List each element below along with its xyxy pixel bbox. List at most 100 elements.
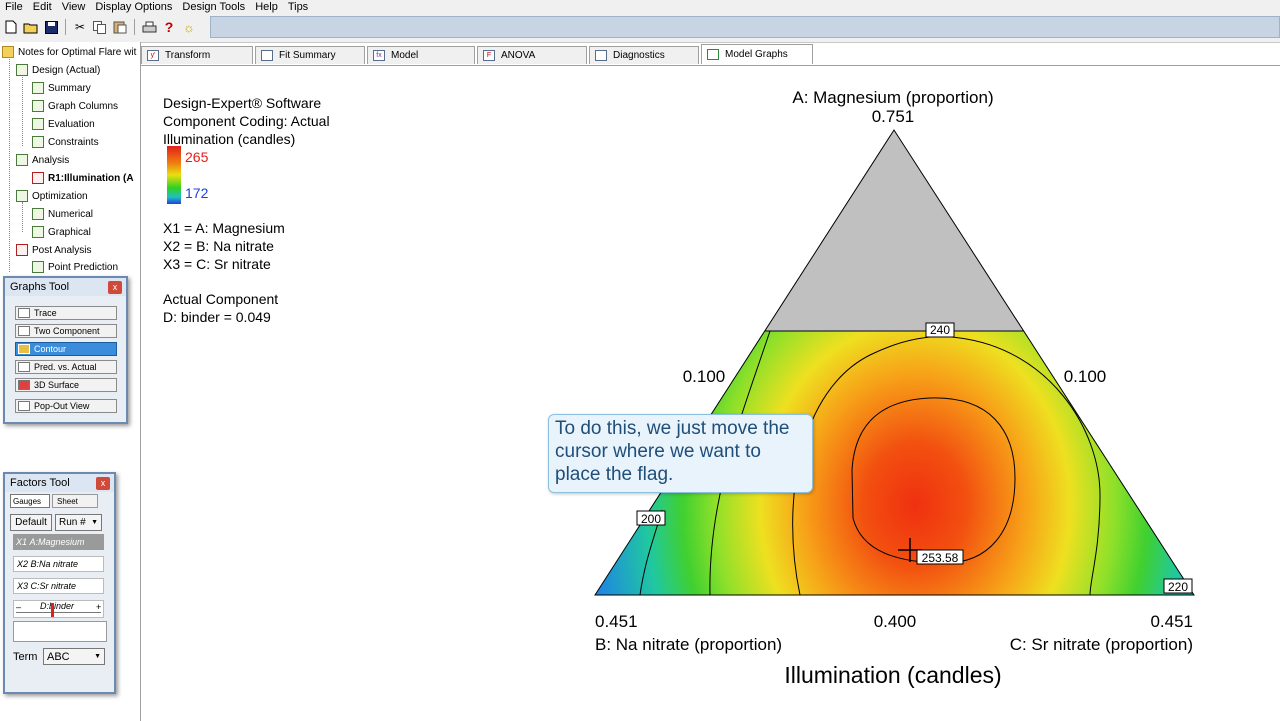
contour-label-220: 220: [1168, 580, 1188, 594]
help-icon[interactable]: ?: [160, 18, 178, 36]
tip-bulb-icon[interactable]: ☼: [180, 18, 198, 36]
graphs-tool-title-bar[interactable]: Graphs Tool x: [5, 278, 126, 296]
tree-item-constraints[interactable]: Constraints: [32, 134, 99, 150]
3d-surface-icon: [18, 380, 30, 390]
two-component-button[interactable]: Two Component: [15, 324, 117, 338]
vertex-left-value: 0.451: [595, 612, 638, 631]
tab-model[interactable]: fx Model: [367, 46, 475, 64]
pop-out-view-button[interactable]: Pop-Out View: [15, 399, 117, 413]
close-icon[interactable]: x: [108, 280, 122, 294]
tree-item-label: Design (Actual): [32, 64, 101, 76]
tree-item-graphical[interactable]: Graphical: [32, 224, 91, 240]
trace-button[interactable]: Trace: [15, 306, 117, 320]
run-select[interactable]: Run # ▼: [55, 514, 102, 531]
open-folder-icon[interactable]: [22, 18, 40, 36]
factor-label: A:Magnesium: [29, 537, 85, 547]
tab-label: Transform: [165, 50, 211, 61]
vertex-right-value: 0.451: [1150, 612, 1193, 631]
chevron-down-icon: ▼: [94, 653, 101, 660]
menu-help[interactable]: Help: [250, 0, 283, 14]
print-icon[interactable]: [140, 18, 158, 36]
tab-transform[interactable]: y' Transform: [141, 46, 253, 64]
tree-item-design[interactable]: Design (Actual): [16, 62, 100, 78]
tree-root[interactable]: Notes for Optimal Flare wit: [2, 44, 136, 60]
legend-low-label: 172: [185, 185, 209, 201]
menu-design-tools[interactable]: Design Tools: [177, 0, 250, 14]
flag-value: 253.58: [922, 551, 959, 565]
sheet-tab-label: Sheet: [57, 496, 78, 506]
chart-title: Illumination (candles): [784, 662, 1001, 688]
x3-label: X3 = C: Sr nitrate: [163, 256, 271, 272]
factors-tool-title: Factors Tool: [10, 477, 70, 489]
tree-item-evaluation[interactable]: Evaluation: [32, 116, 95, 132]
factors-tool-title-bar[interactable]: Factors Tool x: [5, 474, 114, 492]
cut-icon[interactable]: ✂: [71, 18, 89, 36]
menu-bar: File Edit View Display Options Design To…: [0, 0, 1280, 14]
3d-surface-button[interactable]: 3D Surface: [15, 378, 117, 392]
edge-right-value: 0.100: [1064, 367, 1107, 386]
tree-item-illumination[interactable]: R1:Illumination (A: [32, 170, 134, 186]
tree-item-numerical[interactable]: Numerical: [32, 206, 93, 222]
coding-label: Component Coding: Actual: [163, 113, 330, 129]
menu-edit[interactable]: Edit: [28, 0, 57, 14]
tree-item-optimization[interactable]: Optimization: [16, 188, 88, 204]
term-select[interactable]: ABC ▼: [43, 648, 105, 665]
term-value: ABC: [47, 650, 70, 663]
menu-tips[interactable]: Tips: [283, 0, 313, 14]
factor-label: C:Sr nitrate: [30, 581, 77, 591]
default-button[interactable]: Default: [10, 514, 52, 531]
pred-vs-actual-button[interactable]: Pred. vs. Actual: [15, 360, 117, 374]
new-file-icon[interactable]: [2, 18, 20, 36]
slider-handle[interactable]: [51, 603, 54, 617]
menu-file[interactable]: File: [0, 0, 28, 14]
excluded-region: [595, 130, 1194, 331]
ternary-contour-plot[interactable]: 240 200 220 253.58 A: Magnesium (proport…: [560, 80, 1220, 700]
factor-tag: X1: [16, 537, 28, 547]
value-field[interactable]: [13, 621, 107, 642]
menu-display-options[interactable]: Display Options: [90, 0, 177, 14]
tab-diagnostics[interactable]: Diagnostics: [589, 46, 699, 64]
summary-icon: [32, 82, 44, 94]
graph-columns-icon: [32, 100, 44, 112]
paste-icon[interactable]: [111, 18, 129, 36]
tab-bar: y' Transform Fit Summary fx Model F ANOVA D…: [141, 43, 1280, 66]
gauges-tab[interactable]: Gauges: [10, 494, 50, 508]
factor-row-b[interactable]: X2 B:Na nitrate: [13, 556, 104, 572]
response-icon: [32, 172, 44, 184]
tab-fit-summary[interactable]: Fit Summary: [255, 46, 365, 64]
tree-connector: [22, 72, 23, 146]
toolbar-separator: [65, 19, 66, 35]
button-label: Contour: [34, 344, 67, 354]
copy-icon[interactable]: [91, 18, 109, 36]
factor-row-c[interactable]: X3 C:Sr nitrate: [13, 578, 104, 594]
color-legend-bar: [167, 146, 181, 204]
tree-item-label: R1:Illumination (A: [48, 172, 134, 184]
factor-row-a[interactable]: X1 A:Magnesium: [13, 534, 104, 550]
y-prime-icon: y': [147, 50, 159, 61]
tab-anova[interactable]: F ANOVA: [477, 46, 587, 64]
menu-view[interactable]: View: [57, 0, 91, 14]
tree-item-label: Graph Columns: [48, 100, 119, 112]
sheet-tab[interactable]: Sheet: [52, 494, 98, 508]
tree-item-post-analysis[interactable]: Post Analysis: [16, 242, 91, 258]
binder-slider[interactable]: – D:binder +: [13, 600, 104, 618]
chevron-down-icon: ▼: [91, 519, 98, 526]
tree-item-analysis[interactable]: Analysis: [16, 152, 69, 168]
tree-item-point-prediction[interactable]: Point Prediction: [32, 259, 118, 275]
numerical-icon: [32, 208, 44, 220]
save-icon[interactable]: [42, 18, 60, 36]
contour-button[interactable]: Contour: [15, 342, 117, 356]
tab-label: Model: [391, 50, 419, 61]
diagnostics-icon: [595, 50, 607, 61]
tree-connector: [9, 56, 10, 272]
tab-label: Diagnostics: [613, 50, 665, 61]
actual-component-label: Actual Component: [163, 291, 279, 307]
binder-label: D: binder = 0.049: [163, 309, 271, 325]
tree-item-graph-columns[interactable]: Graph Columns: [32, 98, 118, 114]
evaluation-icon: [32, 118, 44, 130]
close-icon[interactable]: x: [96, 476, 110, 490]
tree-item-label: Analysis: [32, 154, 70, 166]
optimization-icon: [16, 190, 28, 202]
tree-item-summary[interactable]: Summary: [32, 80, 91, 96]
tab-model-graphs[interactable]: Model Graphs: [701, 44, 813, 64]
